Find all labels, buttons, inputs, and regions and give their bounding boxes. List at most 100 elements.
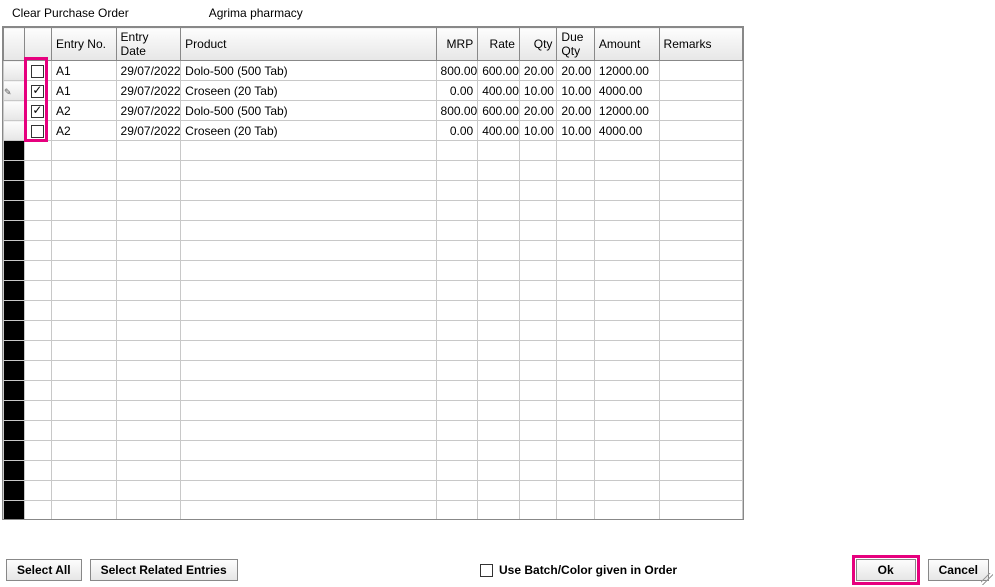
ok-button[interactable]: Ok [856, 559, 916, 581]
cell-entry-date[interactable]: 29/07/2022 [116, 81, 181, 101]
cell-mrp[interactable]: 800.00 [436, 61, 478, 81]
col-product[interactable]: Product [181, 28, 436, 61]
cell-due-qty[interactable]: 20.00 [557, 101, 595, 121]
table-row-empty [4, 241, 743, 261]
cell-rate[interactable]: 400.00 [478, 81, 520, 101]
row-checkbox[interactable] [31, 65, 44, 78]
table-row-empty [4, 261, 743, 281]
cell-entry-no[interactable]: A1 [51, 61, 116, 81]
cell-qty[interactable]: 10.00 [519, 81, 557, 101]
col-due-qty[interactable]: Due Qty [557, 28, 595, 61]
cell-product[interactable]: Dolo-500 (500 Tab) [181, 61, 436, 81]
row-marker [4, 281, 25, 301]
cell-mrp[interactable]: 800.00 [436, 101, 478, 121]
row-checkbox-cell[interactable] [24, 81, 51, 101]
table-row[interactable]: A229/07/2022Croseen (20 Tab)0.00400.0010… [4, 121, 743, 141]
row-checkbox-cell[interactable] [24, 101, 51, 121]
col-entry-date[interactable]: Entry Date [116, 28, 181, 61]
resize-grip-icon[interactable] [981, 573, 993, 585]
cell-remarks[interactable] [659, 101, 742, 121]
cell-rate[interactable]: 600.00 [478, 101, 520, 121]
cell-remarks[interactable] [659, 81, 742, 101]
dialog-title: Clear Purchase Order [12, 6, 129, 20]
row-marker [4, 361, 25, 381]
dialog-footer: Select All Select Related Entries Use Ba… [0, 559, 995, 581]
table-row-empty [4, 221, 743, 241]
dialog-header: Clear Purchase Order Agrima pharmacy [0, 0, 995, 26]
row-marker [4, 421, 25, 441]
table-row-empty [4, 161, 743, 181]
cell-rate[interactable]: 400.00 [478, 121, 520, 141]
table-row-empty [4, 421, 743, 441]
row-checkbox[interactable] [31, 105, 44, 118]
cell-mrp[interactable]: 0.00 [436, 121, 478, 141]
checkbox-header [24, 28, 51, 61]
cell-remarks[interactable] [659, 121, 742, 141]
table-row-empty [4, 501, 743, 521]
table-row-empty [4, 141, 743, 161]
table-row-empty [4, 181, 743, 201]
cell-remarks[interactable] [659, 61, 742, 81]
row-marker [4, 341, 25, 361]
cell-entry-no[interactable]: A2 [51, 101, 116, 121]
col-entry-no[interactable]: Entry No. [51, 28, 116, 61]
row-checkbox[interactable] [31, 85, 44, 98]
row-marker [4, 321, 25, 341]
table-row-empty [4, 201, 743, 221]
cell-product[interactable]: Croseen (20 Tab) [181, 121, 436, 141]
table-row[interactable]: ✎A129/07/2022Croseen (20 Tab)0.00400.001… [4, 81, 743, 101]
table-row-empty [4, 361, 743, 381]
cell-amount[interactable]: 12000.00 [594, 61, 659, 81]
cell-entry-date[interactable]: 29/07/2022 [116, 101, 181, 121]
grid-header-row: Entry No. Entry Date Product MRP Rate Qt… [4, 28, 743, 61]
col-qty[interactable]: Qty [519, 28, 557, 61]
cell-product[interactable]: Dolo-500 (500 Tab) [181, 101, 436, 121]
row-checkbox[interactable] [31, 125, 44, 138]
row-marker [4, 141, 25, 161]
cell-entry-date[interactable]: 29/07/2022 [116, 61, 181, 81]
row-marker [4, 61, 25, 81]
col-amount[interactable]: Amount [594, 28, 659, 61]
cell-amount[interactable]: 12000.00 [594, 101, 659, 121]
cancel-button[interactable]: Cancel [928, 559, 989, 581]
row-marker [4, 301, 25, 321]
row-marker [4, 201, 25, 221]
cell-rate[interactable]: 600.00 [478, 61, 520, 81]
cell-mrp[interactable]: 0.00 [436, 81, 478, 101]
cell-qty[interactable]: 20.00 [519, 61, 557, 81]
cell-amount[interactable]: 4000.00 [594, 81, 659, 101]
row-checkbox-cell[interactable] [24, 121, 51, 141]
cell-qty[interactable]: 20.00 [519, 101, 557, 121]
col-remarks[interactable]: Remarks [659, 28, 742, 61]
cell-entry-date[interactable]: 29/07/2022 [116, 121, 181, 141]
row-marker [4, 461, 25, 481]
row-marker [4, 121, 25, 141]
col-mrp[interactable]: MRP [436, 28, 478, 61]
row-marker [4, 181, 25, 201]
table-row-empty [4, 401, 743, 421]
select-all-button[interactable]: Select All [6, 559, 82, 581]
table-row-empty [4, 341, 743, 361]
row-checkbox-cell[interactable] [24, 61, 51, 81]
cell-due-qty[interactable]: 10.00 [557, 81, 595, 101]
row-marker [4, 401, 25, 421]
table-row[interactable]: A129/07/2022Dolo-500 (500 Tab)800.00600.… [4, 61, 743, 81]
use-batch-checkbox[interactable] [480, 564, 493, 577]
col-rate[interactable]: Rate [478, 28, 520, 61]
row-marker [4, 481, 25, 501]
use-batch-label: Use Batch/Color given in Order [499, 563, 677, 577]
cell-entry-no[interactable]: A1 [51, 81, 116, 101]
cell-product[interactable]: Croseen (20 Tab) [181, 81, 436, 101]
table-row-empty [4, 461, 743, 481]
row-marker [4, 221, 25, 241]
cell-qty[interactable]: 10.00 [519, 121, 557, 141]
select-related-entries-button[interactable]: Select Related Entries [90, 559, 238, 581]
cell-entry-no[interactable]: A2 [51, 121, 116, 141]
cell-amount[interactable]: 4000.00 [594, 121, 659, 141]
table-row-empty [4, 481, 743, 501]
row-marker [4, 381, 25, 401]
row-marker [4, 161, 25, 181]
cell-due-qty[interactable]: 20.00 [557, 61, 595, 81]
cell-due-qty[interactable]: 10.00 [557, 121, 595, 141]
table-row[interactable]: A229/07/2022Dolo-500 (500 Tab)800.00600.… [4, 101, 743, 121]
